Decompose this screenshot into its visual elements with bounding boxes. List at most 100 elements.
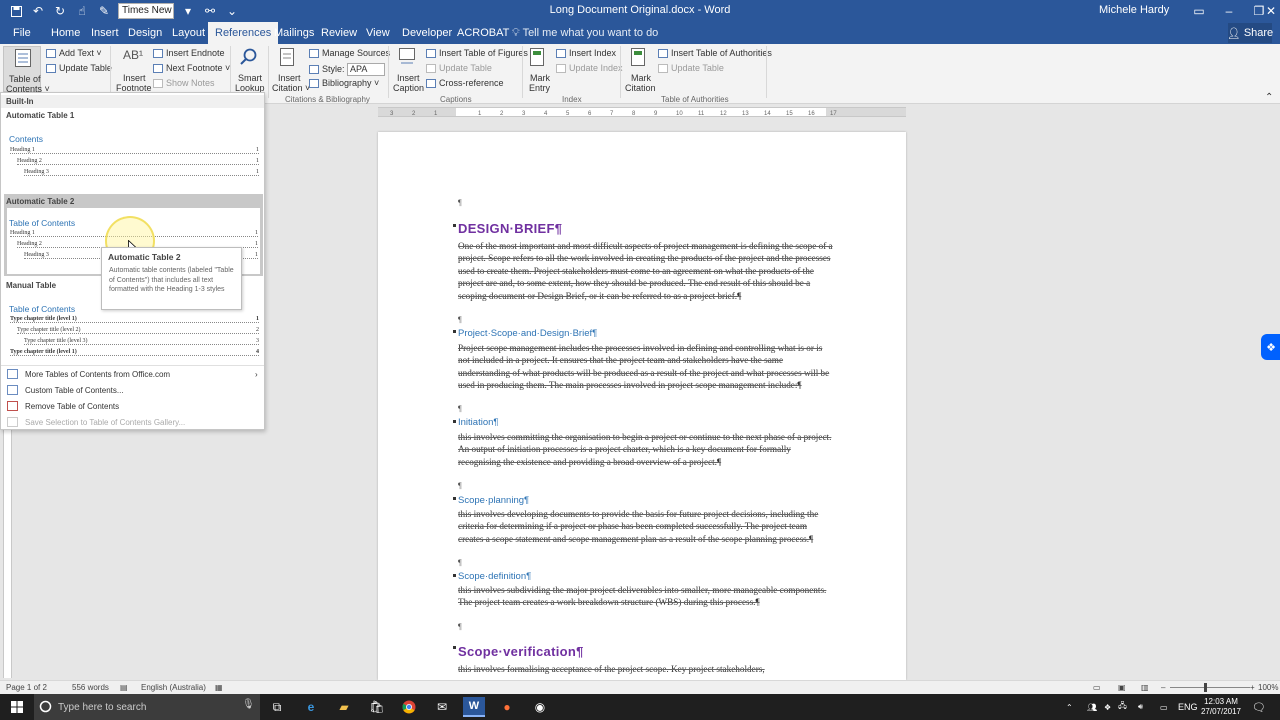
microphone-icon[interactable]: 🎙︎ <box>242 699 255 710</box>
insert-citation-button[interactable]: Insert Citation ˅ <box>271 46 310 93</box>
input-language[interactable]: ENG <box>1178 694 1198 720</box>
minimize-icon[interactable]: – <box>1214 0 1244 22</box>
dropbox-icon[interactable]: ❖ <box>1261 334 1280 360</box>
insert-table-of-figures-button[interactable]: Insert Table of Figures <box>426 48 528 59</box>
quick-font-dropdown-icon[interactable]: ▾ <box>178 2 198 20</box>
close-icon[interactable]: ✕ <box>1256 0 1280 22</box>
clock[interactable]: 12:03 AM 27/07/2017 <box>1199 694 1243 720</box>
print-layout-icon[interactable]: ▣ <box>1118 683 1126 692</box>
ribbon-display-options-icon[interactable]: ▭ <box>1184 0 1214 22</box>
tab-view[interactable]: View <box>366 22 390 44</box>
file-explorer-icon[interactable]: ▰ <box>333 697 355 717</box>
table-of-contents-button[interactable]: Table of Contents ˅ <box>3 46 50 94</box>
paragraph-scope-verification[interactable]: this involves formalising acceptance of … <box>458 663 833 675</box>
word-count[interactable]: 556 words <box>72 683 109 692</box>
toa-update-table-button[interactable]: Update Table <box>658 63 724 74</box>
captions-update-table-button[interactable]: Update Table <box>426 63 492 74</box>
gallery-item-automatic-table-1[interactable]: Automatic Table 1 Contents Heading 11 He… <box>1 109 264 193</box>
edge-icon[interactable]: e <box>300 697 322 717</box>
web-layout-icon[interactable]: ▥ <box>1141 683 1149 692</box>
battery-icon[interactable]: ▭ <box>1160 694 1168 720</box>
tab-file[interactable]: File <box>13 22 31 44</box>
style-value[interactable]: APA <box>347 63 386 76</box>
firefox-icon[interactable]: ● <box>496 697 518 717</box>
zoom-out-icon[interactable]: – <box>1161 683 1165 692</box>
start-button[interactable] <box>0 694 34 720</box>
mark-entry-button[interactable]: Mark Entry <box>525 46 553 93</box>
mail-icon[interactable]: ✉ <box>431 697 453 717</box>
page-count[interactable]: Page 1 of 2 <box>6 683 47 692</box>
bibliography-button[interactable]: Bibliography ˅ <box>309 78 379 89</box>
save-selection-toc-item[interactable]: Save Selection to Table of Contents Gall… <box>7 417 185 427</box>
redo-icon[interactable]: ↻ <box>50 2 70 20</box>
dropbox-tray-icon[interactable]: ❖ <box>1104 694 1111 720</box>
save-icon[interactable] <box>6 2 26 20</box>
tab-insert[interactable]: Insert <box>91 22 119 44</box>
document-page[interactable]: ¶ DESIGN·BRIEF¶ One of the most importan… <box>378 132 906 680</box>
horizontal-ruler[interactable]: 3 2 1 1 2 3 4 5 6 7 8 9 10 11 12 13 14 15 16 17 <box>378 107 906 117</box>
next-footnote-button[interactable]: Next Footnote ˅ <box>153 63 230 74</box>
proofing-icon[interactable]: ▤ <box>120 683 128 692</box>
tell-me-box[interactable]: 💡︎ Tell me what you want to do <box>512 22 658 44</box>
insert-caption-button[interactable]: Insert Caption <box>391 46 424 93</box>
media-app-icon[interactable]: ◉ <box>529 697 551 717</box>
share-button[interactable]: 👤︎ Share <box>1227 23 1273 43</box>
tab-layout[interactable]: Layout <box>172 22 205 44</box>
task-view-icon[interactable]: ⧉ <box>266 697 288 717</box>
insert-table-of-authorities-button[interactable]: Insert Table of Authorities <box>658 48 772 59</box>
format-painter-icon[interactable]: ✎ <box>94 2 114 20</box>
paragraph-scope-definition[interactable]: this involves subdividing the major proj… <box>458 584 833 609</box>
cross-reference-button[interactable]: Cross-reference <box>426 78 504 89</box>
tab-references[interactable]: References <box>208 22 279 44</box>
customize-qat-icon[interactable]: ⌄ <box>222 2 242 20</box>
update-index-button[interactable]: Update Index <box>556 63 623 74</box>
collapse-ribbon-icon[interactable]: ⌃ <box>1265 92 1273 103</box>
zoom-slider[interactable] <box>1170 687 1250 688</box>
citation-style-select[interactable]: Style: APA <box>309 63 386 76</box>
remove-toc-item[interactable]: Remove Table of Contents <box>7 401 119 411</box>
mark-citation-button[interactable]: Mark Citation <box>623 46 656 93</box>
outline-icon[interactable]: ⚯ <box>200 2 220 20</box>
insert-endnote-button[interactable]: Insert Endnote <box>153 48 225 59</box>
heading-scope-planning[interactable]: Scope·planning¶ <box>458 495 529 506</box>
read-mode-icon[interactable]: ▭ <box>1093 683 1101 692</box>
people-tray-icon[interactable]: 👥︎ <box>1087 694 1097 720</box>
heading-initiation[interactable]: Initiation¶ <box>458 417 499 428</box>
font-name-box[interactable]: Times New F <box>118 3 174 19</box>
heading-scope-verification[interactable]: Scope·verification¶ <box>458 644 584 659</box>
taskbar-search[interactable]: Type here to search 🎙︎ <box>34 694 260 720</box>
heading-project-scope[interactable]: Project·Scope·and·Design·Brief¶ <box>458 328 597 339</box>
paragraph-project-scope[interactable]: Project scope management includes the pr… <box>458 342 833 392</box>
zoom-slider-thumb[interactable] <box>1204 683 1207 692</box>
vertical-ruler[interactable] <box>3 430 12 678</box>
store-icon[interactable]: 🛍︎ <box>366 697 388 717</box>
action-center-icon[interactable]: 🗨︎ <box>1252 694 1266 720</box>
insert-index-button[interactable]: Insert Index <box>556 48 616 59</box>
undo-icon[interactable]: ↶ <box>28 2 48 20</box>
smart-lookup-button[interactable]: Smart Lookup <box>233 46 265 93</box>
more-tocs-office-item[interactable]: More Tables of Contents from Office.com › <box>7 369 258 379</box>
zoom-level[interactable]: 100% <box>1258 683 1278 692</box>
tab-acrobat[interactable]: ACROBAT <box>457 22 509 44</box>
signed-in-user[interactable]: Michele Hardy <box>1099 4 1169 16</box>
paragraph-initiation[interactable]: this involves committing the organisatio… <box>458 431 833 468</box>
update-table-button[interactable]: Update Table <box>46 63 112 74</box>
paragraph-scope-planning[interactable]: this involves developing documents to pr… <box>458 508 833 545</box>
tab-mailings[interactable]: Mailings <box>274 22 314 44</box>
touch-mode-icon[interactable]: ☝ <box>72 2 92 20</box>
network-icon[interactable]: 🖧︎ <box>1118 694 1127 720</box>
zoom-in-icon[interactable]: + <box>1250 683 1255 692</box>
tab-home[interactable]: Home <box>51 22 80 44</box>
macro-record-icon[interactable]: ▦ <box>215 683 223 692</box>
tray-overflow-icon[interactable]: ⌃ <box>1066 694 1073 720</box>
volume-icon[interactable]: 🔊︎ <box>1138 694 1143 720</box>
add-text-button[interactable]: Add Text ˅ <box>46 48 102 59</box>
tab-review[interactable]: Review <box>321 22 357 44</box>
heading-design-brief[interactable]: DESIGN·BRIEF¶ <box>458 221 562 236</box>
tab-developer[interactable]: Developer <box>402 22 452 44</box>
insert-footnote-button[interactable]: AB¹ Insert Footnote <box>114 46 152 93</box>
chrome-icon[interactable] <box>398 697 420 717</box>
manage-sources-button[interactable]: Manage Sources <box>309 48 390 59</box>
heading-scope-definition[interactable]: Scope·definition¶ <box>458 571 531 582</box>
paragraph-design-brief[interactable]: One of the most important and most diffi… <box>458 240 833 302</box>
